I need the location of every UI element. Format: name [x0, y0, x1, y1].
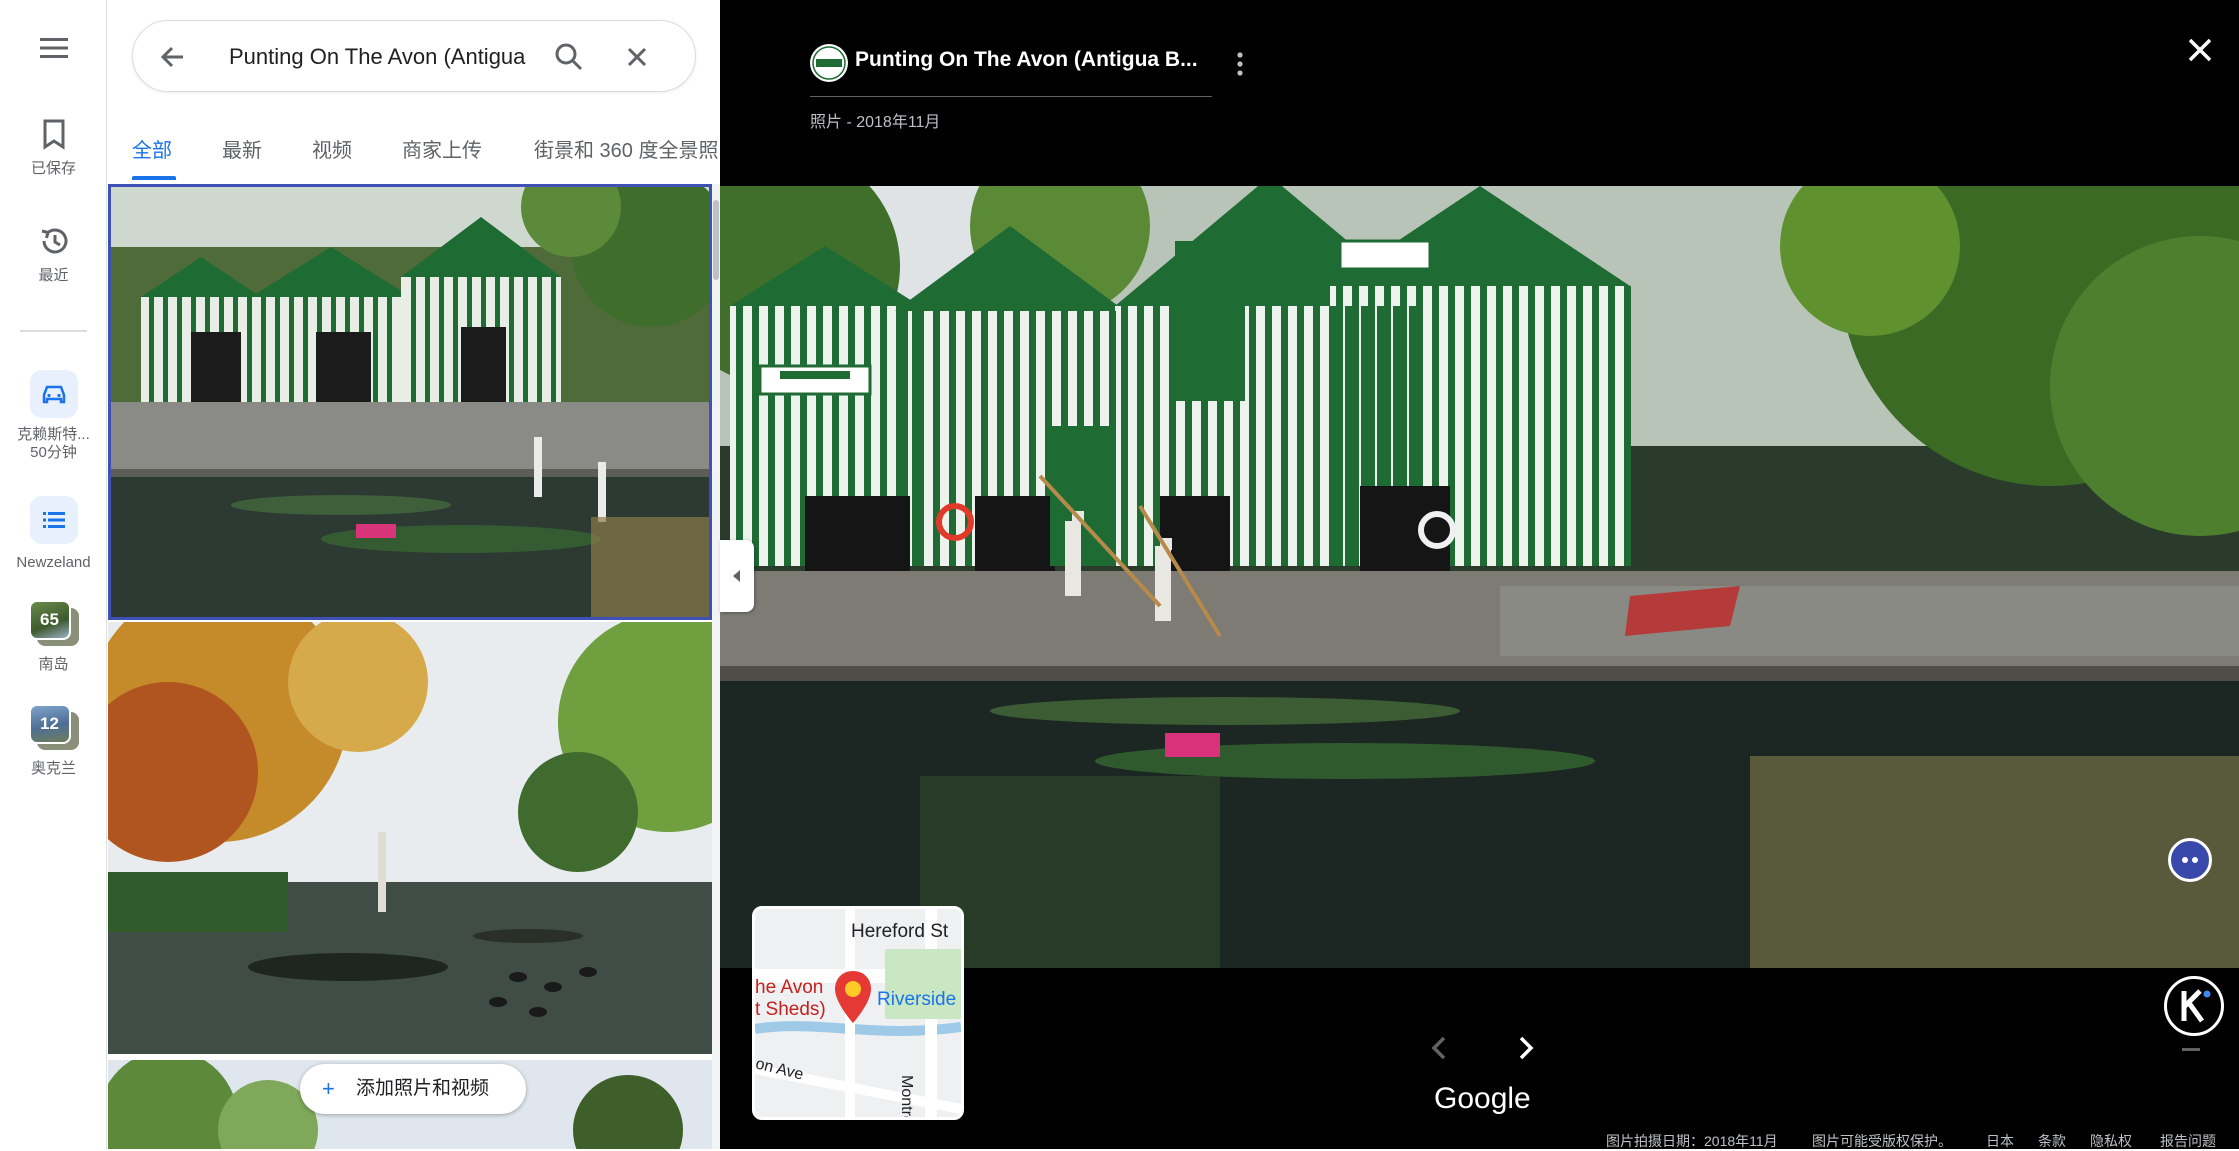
location-minimap[interactable]: Hereford St he Avon t Sheds) Riverside o… — [752, 906, 964, 1120]
next-photo-icon[interactable] — [1510, 1030, 1540, 1066]
collection-label: 奥克兰 — [30, 760, 76, 777]
tab-business-uploads[interactable]: 商家上传 — [402, 134, 482, 163]
add-photos-videos-button[interactable]: + 添加照片和视频 — [300, 1064, 526, 1114]
search-box — [132, 20, 696, 92]
autumn-river-thumbnail-image — [108, 622, 712, 1054]
eyes-icon — [2182, 857, 2198, 863]
car-icon — [42, 385, 65, 404]
collection-auckland[interactable]: 12 奥克兰 — [0, 704, 107, 778]
k-logo-icon — [2181, 989, 2211, 1023]
tab-latest[interactable]: 最新 — [222, 134, 262, 163]
list-chip — [29, 496, 78, 544]
scrollbar-thumb[interactable] — [713, 200, 719, 280]
footer-report-link[interactable]: 报告问题 — [2160, 1131, 2216, 1151]
back-arrow-icon[interactable] — [155, 39, 191, 75]
clear-search-icon[interactable] — [619, 39, 655, 75]
search-input[interactable] — [229, 41, 539, 73]
list-icon — [42, 512, 65, 528]
add-photos-videos-label: 添加照片和视频 — [356, 1078, 490, 1099]
photo-tabs: 全部 最新 视频 商家上传 街景和 360 度全景照 — [108, 118, 720, 182]
footer-capture-date: 图片拍摄日期：2018年11月 — [1606, 1133, 1778, 1149]
bookmark-icon — [43, 119, 64, 150]
recent-label: 最近 — [38, 267, 69, 284]
map-street-label: Hereford St — [851, 921, 949, 942]
collection-label: 南岛 — [38, 656, 69, 673]
photo-thumbnail-selected[interactable] — [108, 184, 712, 620]
footer-terms-link[interactable]: 条款 — [2038, 1131, 2066, 1151]
search-icon[interactable] — [551, 39, 587, 75]
collection-count: 65 — [28, 600, 71, 640]
photos-panel: 全部 最新 视频 商家上传 街景和 360 度全景照 — [108, 0, 720, 1149]
trip-button[interactable]: 克赖斯特... 50分钟 — [0, 370, 107, 462]
list-label: Newzeland — [16, 554, 91, 571]
close-icon[interactable] — [2180, 30, 2220, 70]
boat-sheds-photo-image — [720, 186, 2239, 968]
tab-videos[interactable]: 视频 — [312, 134, 352, 163]
list-button[interactable]: Newzeland — [0, 496, 107, 572]
left-rail: 已保存 最近 克赖斯特... 50分钟 Newzeland 65 南岛 12 奥… — [0, 0, 107, 1149]
header-divider — [810, 96, 1212, 97]
tab-street-view-360[interactable]: 街景和 360 度全景照 — [534, 134, 718, 163]
plus-icon: + — [322, 1076, 335, 1101]
map-place-label: he Avon — [755, 977, 824, 998]
map-place-label: Riverside — [877, 989, 957, 1010]
google-logo-text: Google — [1434, 1082, 1531, 1115]
map-street-label: Montre — [898, 1075, 915, 1120]
hamburger-menu-icon — [39, 38, 68, 58]
footer-privacy-link[interactable]: 隐私权 — [2090, 1131, 2132, 1151]
saved-label: 已保存 — [30, 160, 76, 177]
extension-badge[interactable] — [2164, 976, 2224, 1036]
collection-thumbnail: 12 — [28, 704, 79, 750]
viewer-footer: 图片拍摄日期：2018年11月 图片可能受版权保护。 日本 条款 隐私权 报告问… — [720, 1130, 2239, 1149]
map-pin-icon — [835, 971, 871, 1023]
footer-copyright: 图片可能受版权保护。 — [1812, 1133, 1952, 1149]
footer-region[interactable]: 日本 — [1986, 1131, 2014, 1151]
main-photo[interactable] — [720, 186, 2239, 968]
map-place-label: t Sheds) — [755, 999, 826, 1020]
assistant-bubble-button[interactable] — [2168, 838, 2212, 882]
saved-button[interactable]: 已保存 — [0, 118, 107, 178]
previous-photo-icon[interactable] — [1425, 1030, 1455, 1066]
photo-thumbnail[interactable] — [108, 622, 712, 1054]
place-title[interactable]: Punting On The Avon (Antigua B... — [855, 48, 1198, 72]
photo-viewer: Punting On The Avon (Antigua B... 照片 - 2… — [720, 0, 2239, 1149]
collection-south-island[interactable]: 65 南岛 — [0, 600, 107, 674]
collection-count: 12 — [28, 704, 71, 744]
trip-label: 克赖斯特... — [17, 426, 90, 443]
menu-button[interactable] — [0, 36, 107, 64]
active-tab-indicator — [132, 176, 176, 180]
tab-all[interactable]: 全部 — [132, 134, 172, 163]
collapse-panel-button[interactable] — [720, 540, 754, 612]
chevron-left-icon — [733, 570, 740, 582]
scrollbar-track[interactable] — [712, 184, 720, 1149]
more-options-icon[interactable] — [1230, 48, 1250, 80]
boat-sheds-thumbnail-image — [111, 187, 709, 617]
minimize-indicator — [2182, 1048, 2200, 1051]
rail-divider — [20, 330, 87, 332]
photo-date-subtitle: 照片 - 2018年11月 — [810, 114, 941, 131]
trip-time: 50分钟 — [30, 444, 77, 461]
recent-button[interactable]: 最近 — [0, 225, 107, 285]
collection-thumbnail: 65 — [28, 600, 79, 646]
place-avatar — [810, 44, 848, 82]
car-chip — [29, 370, 78, 418]
punting-logo-icon — [811, 45, 847, 81]
history-icon — [41, 228, 67, 254]
